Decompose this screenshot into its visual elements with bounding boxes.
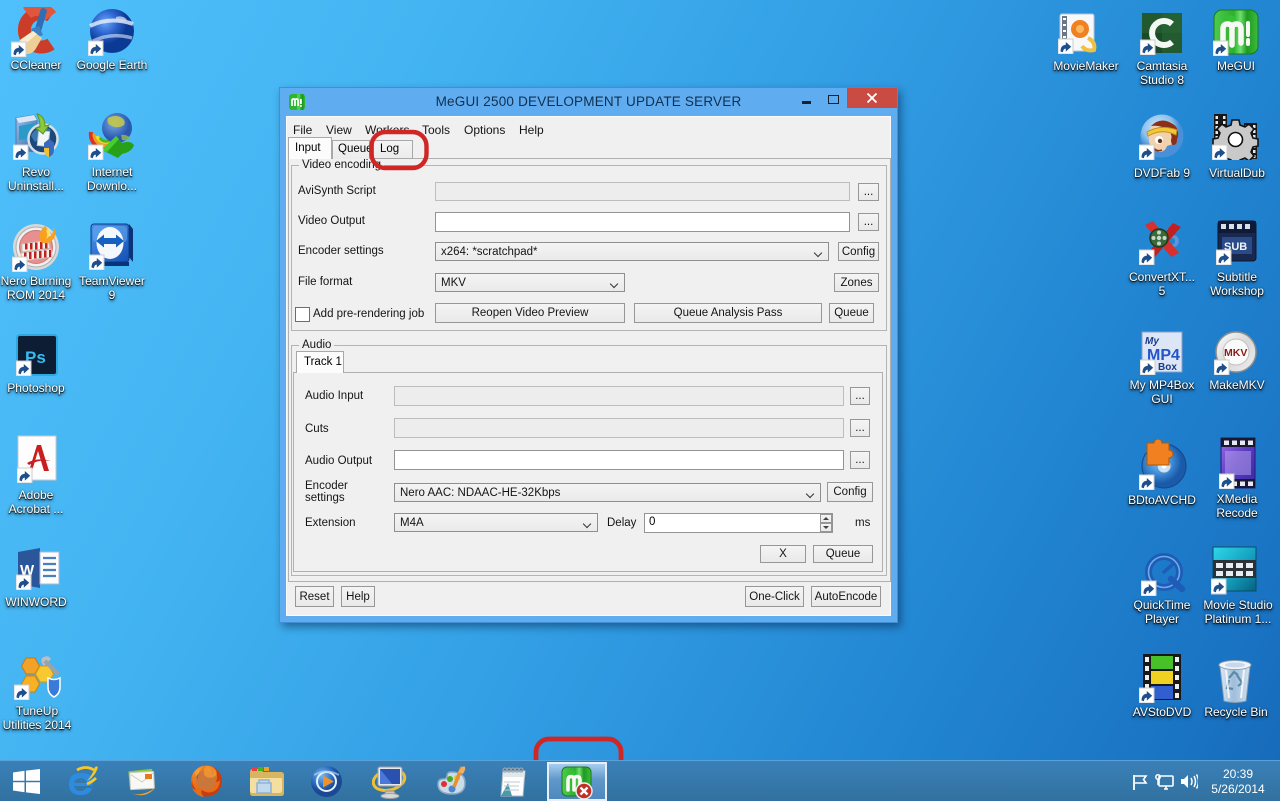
svg-text:MKV: MKV — [1224, 347, 1247, 359]
svg-text:My: My — [1145, 336, 1159, 347]
svg-text:Box: Box — [1158, 362, 1177, 373]
